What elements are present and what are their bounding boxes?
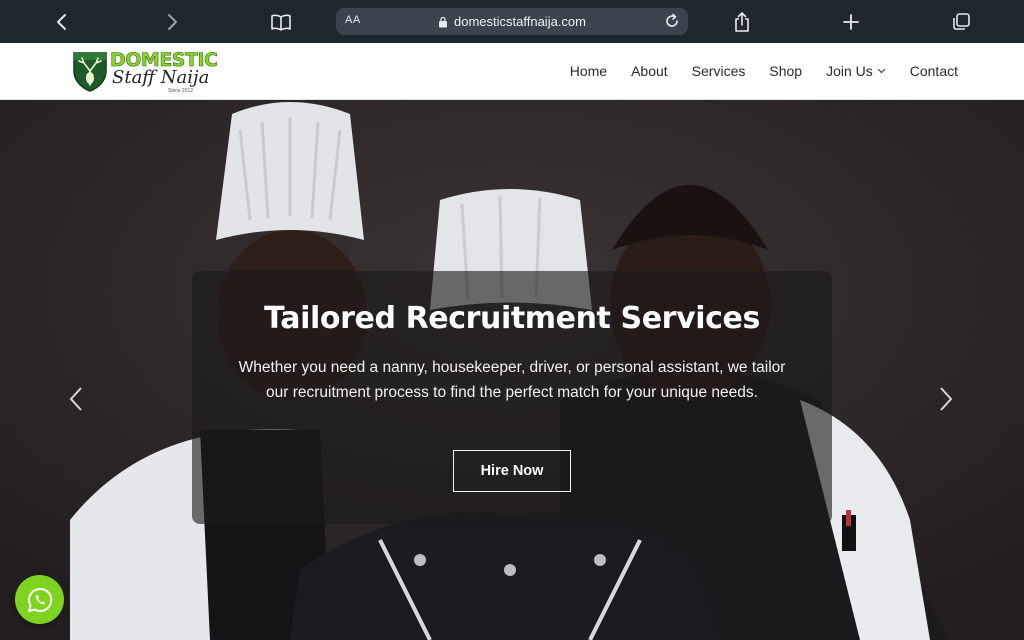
share-icon	[735, 12, 749, 32]
tabs-overview-button[interactable]	[947, 8, 975, 36]
tabs-icon	[953, 13, 970, 30]
reload-icon	[666, 13, 678, 27]
nav-services[interactable]: Services	[692, 63, 746, 79]
hero-caption-box: Tailored Recruitment Services Whether yo…	[192, 271, 832, 524]
nav-home[interactable]: Home	[570, 63, 607, 79]
nav-shop[interactable]: Shop	[769, 63, 802, 79]
logo-since: Since 2012	[168, 88, 194, 94]
bookmarks-button[interactable]	[267, 8, 295, 36]
hero-description: Whether you need a nanny, housekeeper, d…	[238, 359, 786, 401]
url-text: domesticstaffnaija.com	[454, 14, 586, 29]
hero-slider: Tailored Recruitment Services Whether yo…	[0, 100, 1024, 640]
share-button[interactable]	[728, 8, 756, 36]
new-tab-button[interactable]	[837, 8, 865, 36]
slider-next-button[interactable]	[936, 384, 956, 414]
hero-title: Tailored Recruitment Services	[264, 301, 760, 336]
site-header: DOMESTIC Staff Naija Since 2012 Home Abo…	[0, 43, 1024, 100]
whatsapp-icon	[27, 587, 52, 612]
nav-join-us-label: Join Us	[826, 63, 873, 79]
new-tab-icon	[843, 14, 859, 30]
whatsapp-chat-button[interactable]	[15, 575, 64, 624]
slider-prev-button[interactable]	[66, 384, 86, 414]
main-nav: Home About Services Shop Join Us Contact	[570, 63, 958, 79]
site-logo[interactable]: DOMESTIC Staff Naija Since 2012	[70, 47, 222, 97]
address-bar[interactable]: AA domesticstaffnaija.com	[336, 8, 688, 35]
back-icon	[57, 14, 66, 30]
browser-toolbar: AA domesticstaffnaija.com	[0, 0, 1024, 43]
lock-icon	[439, 16, 447, 27]
nav-contact[interactable]: Contact	[910, 63, 958, 79]
chevron-right-icon	[940, 387, 953, 411]
nav-about[interactable]: About	[631, 63, 668, 79]
chevron-down-icon	[877, 68, 886, 74]
forward-button[interactable]	[158, 8, 186, 36]
deer-shield-icon	[73, 52, 107, 92]
nav-join-us[interactable]: Join Us	[826, 63, 886, 79]
chevron-left-icon	[69, 387, 82, 411]
back-button[interactable]	[48, 8, 76, 36]
forward-icon	[168, 14, 177, 30]
hire-now-button[interactable]: Hire Now	[453, 450, 571, 492]
bookmarks-icon	[271, 14, 291, 31]
reload-button[interactable]	[664, 13, 680, 32]
logo-text-staff-naija: Staff Naija	[112, 67, 210, 88]
